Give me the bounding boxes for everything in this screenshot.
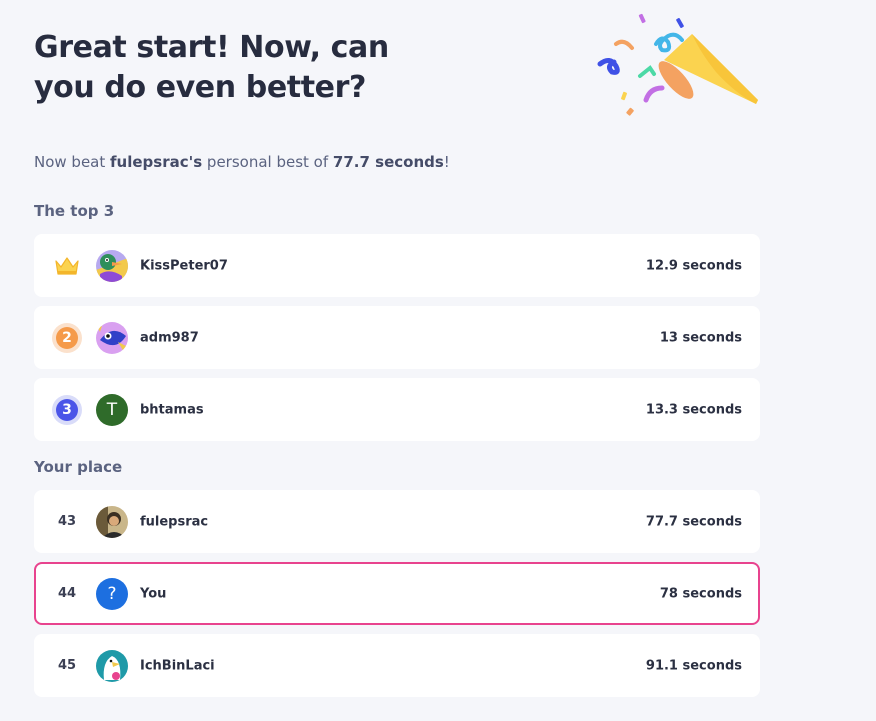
player-name: IchBinLaci	[140, 658, 215, 673]
rank-number: 43	[57, 514, 77, 529]
party-popper-icon	[597, 13, 758, 116]
unknown-avatar-icon: ?	[96, 577, 128, 610]
fish-avatar	[96, 321, 128, 354]
rank-number: 44	[57, 586, 77, 601]
leaderboard-row: 43 fulepsrac 77.7 seconds	[34, 490, 760, 553]
leaderboard-row: 2 adm987 13 seconds	[34, 306, 760, 369]
crown-icon	[52, 251, 82, 281]
your-row: 44 ? You 78 seconds	[34, 562, 760, 625]
bronze-medal-icon: 3	[56, 398, 78, 421]
silver-medal-icon: 2	[56, 326, 78, 349]
player-time: 91.1 seconds	[645, 658, 742, 673]
player-time: 12.9 seconds	[645, 258, 742, 273]
player-time: 77.7 seconds	[645, 514, 742, 529]
leaderboard-row: KissPeter07 12.9 seconds	[34, 234, 760, 297]
rank-number: 45	[57, 658, 77, 673]
player-name: adm987	[140, 330, 199, 345]
player-name: You	[140, 586, 167, 601]
your-place-heading: Your place	[34, 458, 123, 476]
target-username: fulepsrac's	[110, 153, 203, 171]
duck-avatar	[96, 249, 128, 282]
beat-score-message: Now beat fulepsrac's personal best of 77…	[34, 153, 450, 171]
target-score: 77.7 seconds	[332, 153, 444, 171]
page-title: Great start! Now, can you do even better…	[34, 28, 389, 108]
page-title-line-1: Great start! Now, can	[34, 30, 389, 65]
player-name: bhtamas	[140, 402, 204, 417]
photo-avatar	[96, 505, 128, 538]
player-name: KissPeter07	[140, 258, 228, 273]
player-time: 78 seconds	[659, 586, 742, 601]
leaderboard-row: 3 T bhtamas 13.3 seconds	[34, 378, 760, 441]
top-3-heading: The top 3	[34, 202, 115, 220]
player-time: 13.3 seconds	[645, 402, 742, 417]
player-time: 13 seconds	[659, 330, 742, 345]
leaderboard-row: 45 IchBinLaci 91.1 seconds	[34, 634, 760, 697]
bird-avatar	[96, 649, 128, 682]
letter-avatar: T	[96, 393, 128, 426]
player-name: fulepsrac	[140, 514, 209, 529]
page-title-line-2: you do even better?	[34, 70, 366, 105]
